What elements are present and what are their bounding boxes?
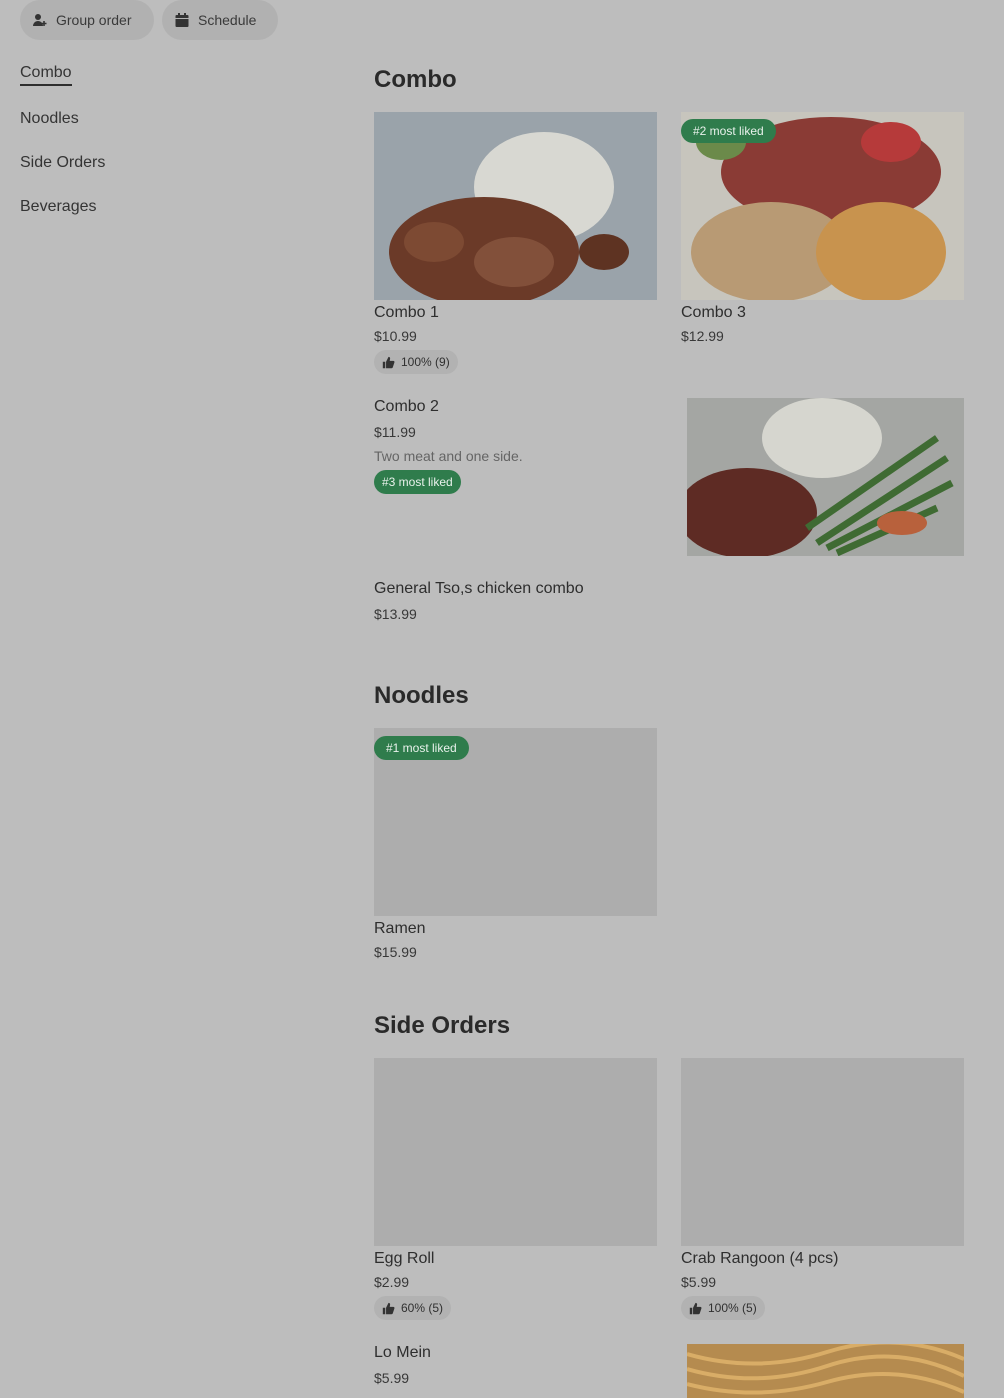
combo-1-name[interactable]: Combo 1	[374, 304, 439, 322]
combo-3-price: $12.99	[681, 328, 724, 344]
ramen-name[interactable]: Ramen	[374, 920, 426, 938]
food-photo	[687, 1344, 964, 1395]
egg-roll-rating: 60% (5)	[374, 1296, 452, 1320]
sidebar-item-side-orders[interactable]: Side Orders	[20, 154, 105, 172]
most-liked-badge: #1 most liked	[374, 736, 469, 760]
schedule-button[interactable]: Schedule	[162, 0, 278, 40]
sidebar-item-noodles[interactable]: Noodles	[20, 110, 79, 128]
combo-2-price: $11.99	[374, 424, 416, 440]
schedule-label: Schedule	[198, 12, 257, 28]
food-photo	[687, 398, 954, 556]
calendar-icon	[175, 13, 189, 27]
lo-mein-name[interactable]: Lo Mein	[374, 1344, 431, 1362]
ramen-price: $15.99	[374, 944, 417, 960]
egg-roll-image[interactable]	[374, 1058, 657, 1246]
group-order-button[interactable]: Group order	[20, 0, 154, 40]
general-tso-price: $13.99	[374, 606, 417, 622]
sidebar-item-combo[interactable]: Combo	[20, 64, 72, 86]
thumbs-up-icon	[382, 356, 395, 368]
food-photo	[389, 132, 629, 300]
person-add-icon	[33, 14, 47, 26]
group-order-label: Group order	[56, 12, 132, 28]
egg-roll-name[interactable]: Egg Roll	[374, 1250, 434, 1268]
crab-rangoon-price: $5.99	[681, 1274, 717, 1290]
combo-2-image[interactable]	[687, 398, 964, 556]
section-title-side-orders: Side Orders	[374, 1012, 511, 1039]
rating-text: 100% (5)	[708, 1301, 757, 1315]
crab-rangoon-image[interactable]	[681, 1058, 964, 1246]
rating-text: 60% (5)	[401, 1301, 444, 1315]
combo-2-description: Two meat and one side.	[374, 448, 523, 464]
thumbs-up-icon	[382, 1302, 395, 1314]
egg-roll-price: $2.99	[374, 1274, 410, 1290]
crab-rangoon-rating: 100% (5)	[681, 1296, 765, 1320]
combo-1-image[interactable]	[374, 112, 657, 300]
combo-1-rating: 100% (9)	[374, 350, 458, 374]
lo-mein-price: $5.99	[374, 1370, 410, 1386]
most-liked-badge: #3 most liked	[374, 470, 461, 494]
most-liked-badge: #2 most liked	[681, 119, 776, 143]
lo-mein-image[interactable]	[687, 1344, 964, 1398]
combo-2-name[interactable]: Combo 2	[374, 398, 439, 416]
combo-1-price: $10.99	[374, 328, 417, 344]
section-title-combo: Combo	[374, 66, 457, 93]
crab-rangoon-name[interactable]: Crab Rangoon (4 pcs)	[681, 1250, 838, 1268]
rating-text: 100% (9)	[401, 355, 450, 369]
sidebar-item-beverages[interactable]: Beverages	[20, 198, 97, 216]
section-title-noodles: Noodles	[374, 682, 469, 709]
thumbs-up-icon	[689, 1302, 702, 1314]
combo-3-name[interactable]: Combo 3	[681, 304, 746, 322]
general-tso-name[interactable]: General Tso,s chicken combo	[374, 580, 584, 598]
